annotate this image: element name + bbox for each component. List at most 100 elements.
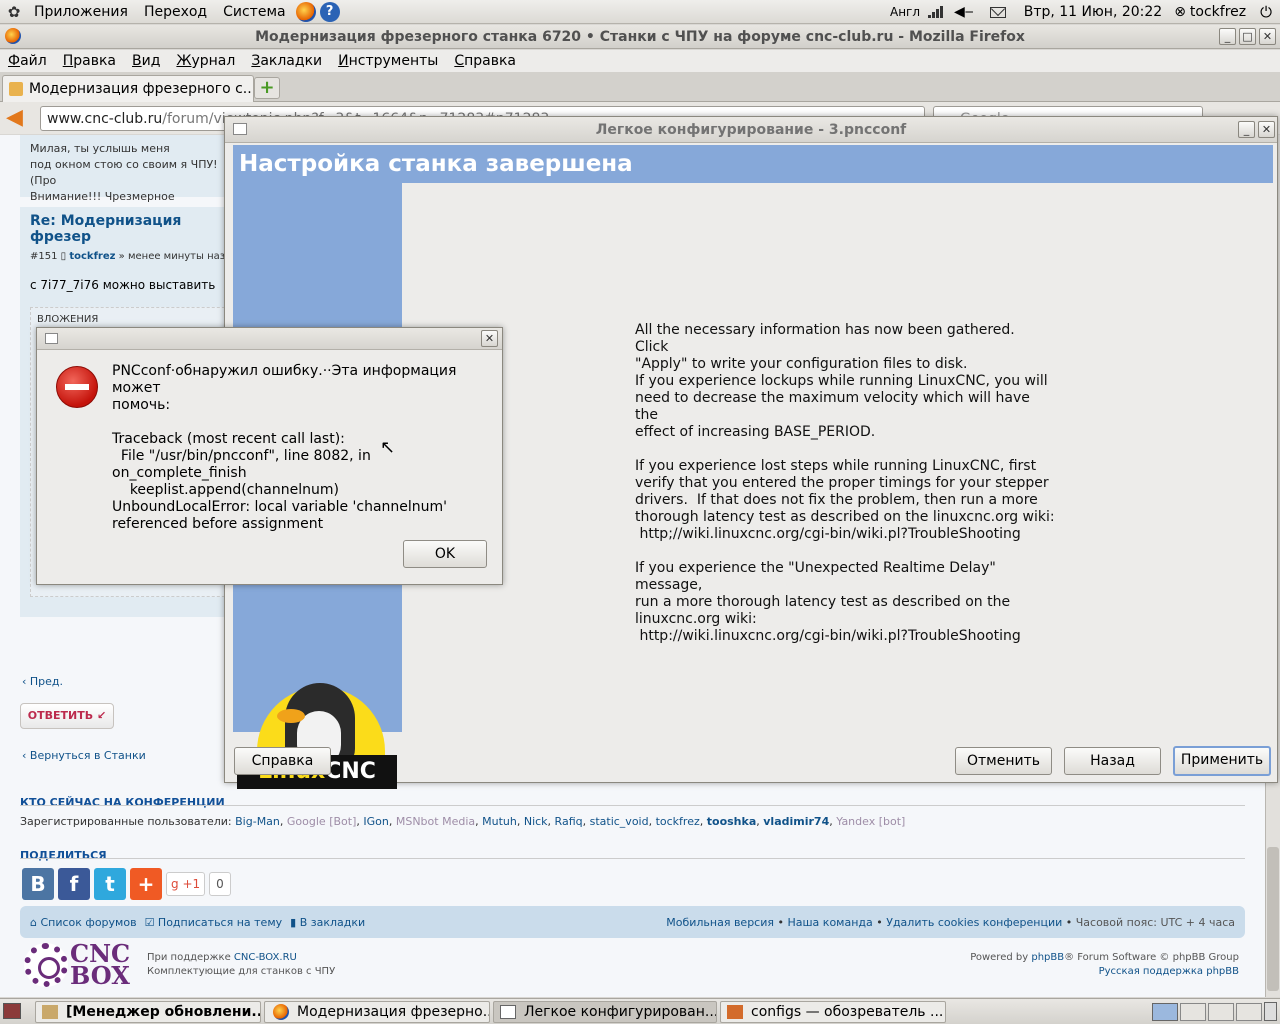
error-titlebar: ✕: [37, 328, 502, 350]
keyboard-layout[interactable]: Англ: [890, 5, 920, 19]
firefox-menubar: Файл Правка Вид Журнал Закладки Инструме…: [0, 50, 1280, 72]
workspace-1[interactable]: [1152, 1003, 1178, 1021]
apply-button[interactable]: Применить: [1173, 746, 1271, 776]
error-dialog: ✕ PNCconf·обнаружил ошибку.··Эта информа…: [36, 327, 503, 585]
post-title[interactable]: Re: Модернизация фрезер: [30, 213, 220, 245]
scrollbar-thumb[interactable]: [1267, 847, 1279, 991]
volume-icon[interactable]: ◀‒: [954, 4, 974, 20]
ok-button[interactable]: OK: [403, 540, 487, 568]
firefox-launcher-icon[interactable]: [295, 1, 316, 22]
mail-icon[interactable]: [989, 6, 1006, 18]
menu-system[interactable]: Система: [215, 0, 293, 24]
close-button[interactable]: ✕: [481, 330, 498, 347]
user-link[interactable]: Big-Man: [235, 815, 280, 828]
help-launcher-icon[interactable]: ?: [319, 1, 340, 22]
pncconf-title: Легкое конфигурирование - 3.pncconf: [595, 122, 907, 138]
close-button[interactable]: ✕: [1259, 28, 1276, 45]
cncbox-link[interactable]: CNC-BOX.RU: [234, 952, 297, 963]
tab-forum[interactable]: Модернизация фрезерного с...: [2, 75, 254, 102]
update-manager-icon: [42, 1005, 58, 1019]
user-link[interactable]: MSNbot Media: [396, 815, 475, 828]
user-link[interactable]: static_void: [590, 815, 649, 828]
twitter-share-icon[interactable]: t: [94, 868, 126, 900]
bottom-panel: [Менеджер обновлени... Модернизация фрез…: [0, 998, 1280, 1024]
subscribe-link[interactable]: ☑ Подписаться на тему: [145, 916, 283, 929]
firefox-window-title: Модернизация фрезерного станка 6720 • Ст…: [255, 29, 1025, 45]
user-link[interactable]: Yandex [bot]: [836, 815, 905, 828]
menu-applications[interactable]: Приложения: [26, 0, 136, 24]
taskbar-item[interactable]: Легкое конфигурирован...: [493, 1001, 717, 1023]
menu-tools[interactable]: Инструменты: [330, 53, 446, 69]
workspace-4[interactable]: [1236, 1003, 1262, 1021]
pncconf-titlebar: Легкое конфигурирование - 3.pncconf _ ✕: [225, 117, 1277, 143]
menu-edit[interactable]: Правка: [55, 53, 124, 69]
post-author[interactable]: tockfrez: [69, 251, 115, 262]
file-browser-icon: [727, 1005, 743, 1019]
maximize-button[interactable]: □: [1239, 28, 1256, 45]
phpbb-link[interactable]: phpBB: [1031, 952, 1064, 963]
window-menu-icon[interactable]: [45, 333, 58, 344]
divider: [20, 858, 1245, 859]
workspace-2[interactable]: [1180, 1003, 1206, 1021]
back-button[interactable]: Назад: [1064, 747, 1161, 775]
signature-line: под окном стою со своим я ЧПУ! (Про: [30, 158, 218, 187]
trash-icon[interactable]: [1264, 1002, 1277, 1021]
vk-share-icon[interactable]: В: [22, 868, 54, 900]
team-link[interactable]: Наша команда: [787, 916, 872, 929]
taskbar-item[interactable]: [Менеджер обновлени...: [35, 1001, 261, 1023]
user-link[interactable]: tooshka: [707, 815, 757, 828]
back-arrow-icon[interactable]: ◀: [6, 106, 32, 130]
menu-view[interactable]: Вид: [124, 53, 168, 69]
delete-cookies-link[interactable]: Удалить cookies конференции: [886, 916, 1062, 929]
back-to-forum-link[interactable]: ‹ Вернуться в Станки: [22, 749, 146, 762]
menu-history[interactable]: Журнал: [168, 53, 243, 69]
menu-places[interactable]: Переход: [136, 0, 215, 24]
user-status-icon: ⊗: [1174, 4, 1186, 20]
close-button[interactable]: ✕: [1258, 121, 1275, 138]
taskbar-item[interactable]: configs — обозреватель ...: [720, 1001, 946, 1023]
mobile-version-link[interactable]: Мобильная версия: [666, 916, 774, 929]
user-link[interactable]: vladimir74: [763, 815, 829, 828]
taskbar-item[interactable]: Модернизация фрезерно...: [264, 1001, 490, 1023]
post-number[interactable]: #151: [30, 251, 57, 262]
user-link[interactable]: Nick: [524, 815, 548, 828]
facebook-share-icon[interactable]: f: [58, 868, 90, 900]
user-link[interactable]: tockfrez: [656, 815, 700, 828]
cncbox-logo[interactable]: CNC BOX: [24, 942, 130, 988]
post-content: с 7i77_7i76 можно выставить: [30, 278, 216, 292]
cancel-button[interactable]: Отменить: [955, 747, 1052, 775]
workspace-3[interactable]: [1208, 1003, 1234, 1021]
menu-file[interactable]: Файл: [0, 53, 55, 69]
minimize-button[interactable]: _: [1219, 28, 1236, 45]
user-link[interactable]: Google [Bot]: [287, 815, 356, 828]
help-button[interactable]: Справка: [234, 747, 331, 775]
prev-link[interactable]: ‹ Пред.: [22, 675, 63, 688]
error-stop-icon: [56, 366, 98, 408]
post-meta: #151 ▯ tockfrez » менее минуты назад: [30, 251, 239, 262]
add-share-icon[interactable]: +: [130, 868, 162, 900]
tab-label: Модернизация фрезерного с...: [29, 81, 254, 97]
share-heading: ПОДЕЛИТЬСЯ: [20, 849, 107, 862]
network-signal-icon[interactable]: [928, 6, 946, 18]
forum-index-link[interactable]: ⌂ Список форумов: [30, 916, 137, 929]
gplus-button[interactable]: g +1: [166, 872, 206, 896]
site-favicon-icon: [9, 82, 23, 96]
user-name[interactable]: tockfrez: [1190, 4, 1246, 20]
bookmark-link[interactable]: ▮ В закладки: [290, 916, 365, 929]
user-link[interactable]: Mutuh: [482, 815, 517, 828]
menu-bookmarks[interactable]: Закладки: [243, 53, 330, 69]
ru-support-link[interactable]: Русская поддержка phpBB: [1099, 966, 1239, 977]
firefox-window-icon[interactable]: [5, 28, 21, 44]
user-link[interactable]: Rafiq: [555, 815, 583, 828]
minimize-button[interactable]: _: [1238, 121, 1255, 138]
footer-support: При поддержке CNC-BOX.RU Комплектующие д…: [147, 952, 336, 977]
show-desktop-icon[interactable]: [3, 1003, 21, 1019]
reply-button[interactable]: ОТВЕТИТЬ ↙: [20, 703, 114, 729]
new-tab-button[interactable]: +: [254, 77, 280, 99]
tux-beak: [277, 709, 305, 723]
clock[interactable]: Втр, 11 Июн, 20:22: [1024, 4, 1162, 20]
gnome-foot-icon[interactable]: ✿: [6, 4, 22, 20]
menu-help[interactable]: Справка: [446, 53, 524, 69]
user-link[interactable]: IGon: [363, 815, 388, 828]
power-icon[interactable]: ⏻: [1260, 3, 1272, 21]
